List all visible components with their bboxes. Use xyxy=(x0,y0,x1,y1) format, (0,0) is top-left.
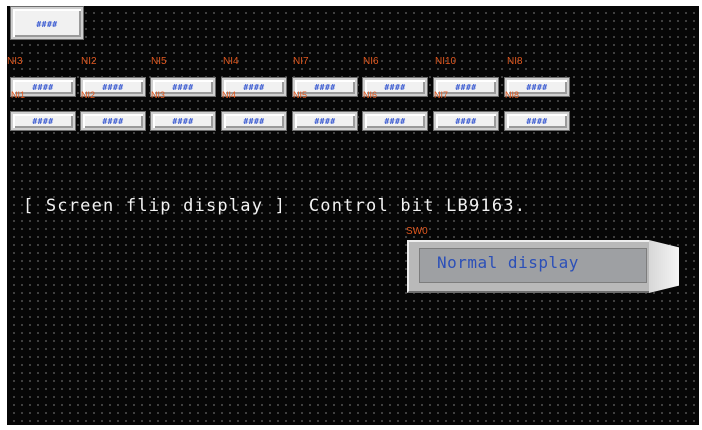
numeric-value: #### xyxy=(455,117,477,126)
normal-display-button[interactable]: Normal display xyxy=(407,240,679,293)
numeric-input[interactable]: #### xyxy=(222,112,286,130)
button-label: Normal display xyxy=(437,253,579,272)
button-bevel xyxy=(649,240,679,293)
numeric-input[interactable]: #### xyxy=(293,112,357,130)
screen-flip-caption: [ Screen flip display ] Control bit LB91… xyxy=(23,196,527,216)
ni-label: NI3 xyxy=(7,56,23,67)
numeric-value: #### xyxy=(36,20,58,29)
ni-overlap-label: NI2 xyxy=(81,90,96,100)
ni-label: NI4 xyxy=(223,56,239,67)
ni-label: NI8 xyxy=(507,56,523,67)
ni-overlap-label: NI4 xyxy=(222,90,237,100)
numeric-input[interactable]: #### xyxy=(363,112,427,130)
numeric-input[interactable]: #### xyxy=(11,112,75,130)
switch-label: SW0 xyxy=(406,226,428,237)
ni-label: NI2 xyxy=(81,56,97,67)
ni-label: NI6 xyxy=(363,56,379,67)
numeric-display-top[interactable]: #### xyxy=(11,7,83,39)
ni-overlap-label: NI1 xyxy=(11,90,26,100)
ni-label: NI10 xyxy=(435,56,457,67)
ni-overlap-label: NI7 xyxy=(434,90,449,100)
ni-overlap-label: NI6 xyxy=(363,90,378,100)
numeric-value: #### xyxy=(243,117,265,126)
numeric-value: #### xyxy=(314,117,336,126)
numeric-input[interactable]: #### xyxy=(151,112,215,130)
numeric-value: #### xyxy=(172,117,194,126)
hmi-screen: #### NI3 NI2 NI5 NI4 NI7 NI6 NI10 NI8 ##… xyxy=(7,6,699,425)
numeric-value: #### xyxy=(32,117,54,126)
ni-overlap-label: NI8 xyxy=(505,90,520,100)
numeric-input[interactable]: #### xyxy=(505,112,569,130)
ni-overlap-label: NI3 xyxy=(151,90,166,100)
ni-label: NI7 xyxy=(293,56,309,67)
numeric-value: #### xyxy=(102,117,124,126)
ni-overlap-label: NI5 xyxy=(293,90,308,100)
numeric-input[interactable]: #### xyxy=(434,112,498,130)
numeric-value: #### xyxy=(526,117,548,126)
numeric-input[interactable]: #### xyxy=(81,112,145,130)
numeric-value: #### xyxy=(384,117,406,126)
ni-label: NI5 xyxy=(151,56,167,67)
